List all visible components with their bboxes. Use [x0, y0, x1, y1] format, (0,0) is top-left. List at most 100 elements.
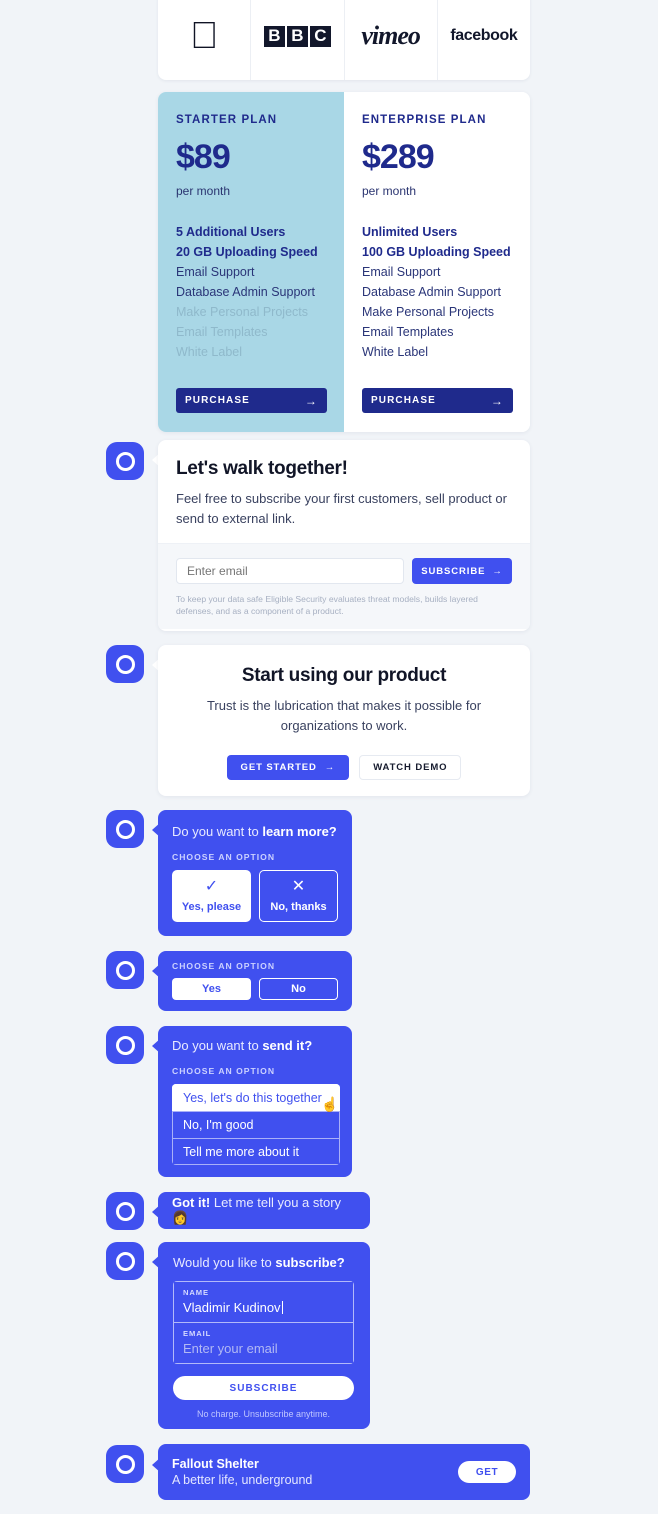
question-bold: subscribe?: [275, 1255, 345, 1270]
subscribe-form: NAME Vladimir Kudinov EMAIL Enter your e…: [173, 1281, 354, 1364]
avatar-ring-icon: [115, 1201, 135, 1221]
question-plain: Do you want to: [172, 1038, 263, 1053]
bbc-logo-cell: B B C: [251, 0, 345, 80]
option-no[interactable]: No: [259, 978, 338, 1000]
avatar-bot: [106, 1242, 144, 1280]
plan-period: per month: [176, 183, 231, 198]
walk-title: Let's walk together!: [176, 458, 348, 479]
name-field[interactable]: NAME Vladimir Kudinov: [173, 1281, 354, 1322]
feature-item: Email Support: [176, 264, 255, 279]
promo-text: Fallout Shelter A better life, undergrou…: [172, 1457, 312, 1487]
question-plain: Do you want to: [172, 824, 263, 839]
purchase-button-starter[interactable]: PURCHASE →: [176, 388, 327, 413]
feature-item: Unlimited Users: [362, 224, 458, 239]
feature-list: Unlimited Users 100 GB Uploading Speed E…: [362, 222, 512, 362]
name-text: Vladimir Kudinov: [183, 1300, 281, 1315]
arrow-right-icon: →: [492, 565, 503, 577]
page-root:  B B C vimeo facebook STARTER PLAN $89 …: [0, 0, 658, 1514]
text-caret: [281, 1301, 283, 1314]
walk-form-row: SUBSCRIBE →: [176, 558, 512, 584]
start-title: Start using our product: [241, 665, 447, 686]
apple-icon: : [190, 17, 219, 55]
get-started-label: GET STARTED: [240, 762, 317, 773]
avatar-bot: [106, 951, 144, 989]
feature-item: 100 GB Uploading Speed: [362, 244, 511, 259]
option-row: Yes No: [172, 978, 338, 1000]
option-row: ✓ Yes, please ✕ No, thanks: [172, 870, 338, 922]
feature-item: Make Personal Projects: [362, 304, 495, 319]
avatar-bot: [106, 1026, 144, 1064]
card-walk-together: Let's walk together! Feel free to subscr…: [158, 440, 530, 631]
purchase-button-enterprise[interactable]: PURCHASE →: [362, 388, 513, 413]
name-field-label: NAME: [183, 1288, 209, 1297]
get-app-button[interactable]: GET: [458, 1461, 516, 1483]
walk-bottom: SUBSCRIBE → To keep your data safe Eligi…: [158, 543, 530, 629]
facebook-logo-cell: facebook: [438, 0, 530, 80]
woman-emoji-icon: 👩: [172, 1210, 189, 1225]
purchase-label: PURCHASE: [371, 395, 436, 406]
option-no-thanks[interactable]: ✕ No, thanks: [259, 870, 338, 922]
brand-logos-strip:  B B C vimeo facebook: [158, 0, 530, 80]
plan-price: $89: [176, 138, 231, 176]
arrow-right-icon: →: [304, 393, 318, 408]
avatar-bot: [106, 1445, 144, 1483]
watch-demo-button[interactable]: WATCH DEMO: [359, 755, 462, 780]
story-text: Got it! Let me tell you a story 👩: [172, 1195, 356, 1226]
feature-item: Email Templates: [176, 324, 268, 339]
plan-name: ENTERPRISE PLAN: [362, 114, 487, 126]
bbc-letter: C: [309, 25, 331, 47]
avatar-bot: [106, 810, 144, 848]
arrow-right-icon: →: [324, 762, 336, 773]
choose-option-label: CHOOSE AN OPTION: [172, 1066, 276, 1076]
choose-option-label: CHOOSE AN OPTION: [172, 961, 276, 971]
bubble-yes-no: CHOOSE AN OPTION Yes No: [158, 951, 352, 1011]
feature-item: Database Admin Support: [362, 284, 501, 299]
bbc-letter: B: [286, 25, 308, 47]
card-start-using: Start using our product Trust is the lub…: [158, 645, 530, 796]
get-started-button[interactable]: GET STARTED →: [226, 755, 350, 780]
name-field-value: Vladimir Kudinov: [183, 1300, 344, 1315]
feature-item: Make Personal Projects: [176, 304, 309, 319]
avatar-bot: [106, 1192, 144, 1230]
dropdown-option-more[interactable]: Tell me more about it: [172, 1138, 340, 1165]
subscribe-submit-button[interactable]: SUBSCRIBE: [173, 1376, 354, 1400]
subscribe-label: SUBSCRIBE: [421, 565, 486, 577]
avatar-ring-icon: [115, 654, 135, 674]
bubble-send-it: Do you want to send it? CHOOSE AN OPTION…: [158, 1026, 352, 1177]
option-dropdown-list: Yes, let's do this together No, I'm good…: [172, 1084, 340, 1165]
feature-item: Email Support: [362, 264, 441, 279]
bubble-question: Do you want to send it?: [172, 1038, 338, 1053]
plan-price: $289: [362, 138, 435, 176]
vimeo-icon: vimeo: [361, 21, 421, 50]
option-yes-please[interactable]: ✓ Yes, please: [172, 870, 251, 922]
email-input[interactable]: [176, 558, 404, 584]
plan-card-enterprise: ENTERPRISE PLAN $289 per month Unlimited…: [344, 92, 530, 432]
bubble-subscribe: Would you like to subscribe? NAME Vladim…: [158, 1242, 370, 1429]
bubble-story: Got it! Let me tell you a story 👩: [158, 1192, 370, 1229]
question-plain: Would you like to: [173, 1255, 276, 1270]
bubble-learn-more: Do you want to learn more? CHOOSE AN OPT…: [158, 810, 352, 936]
avatar-ring-icon: [115, 451, 135, 471]
dropdown-option-no[interactable]: No, I'm good: [172, 1111, 340, 1138]
feature-item: White Label: [176, 344, 243, 359]
subscribe-button[interactable]: SUBSCRIBE →: [412, 558, 512, 584]
feature-item: Database Admin Support: [176, 284, 315, 299]
feature-item: 5 Additional Users: [176, 224, 286, 239]
bubble-question: Do you want to learn more?: [172, 824, 338, 839]
plan-period: per month: [362, 183, 417, 198]
dropdown-option-yes[interactable]: Yes, let's do this together: [172, 1084, 340, 1111]
plan-card-starter: STARTER PLAN $89 per month 5 Additional …: [158, 92, 344, 432]
walk-subtitle: Feel free to subscribe your first custom…: [176, 491, 507, 526]
promo-subtitle: A better life, underground: [172, 1473, 313, 1487]
avatar-ring-icon: [115, 819, 135, 839]
avatar-bot: [106, 442, 144, 480]
vimeo-logo-cell: vimeo: [345, 0, 438, 80]
pricing-table: STARTER PLAN $89 per month 5 Additional …: [158, 92, 530, 432]
arrow-right-icon: →: [490, 393, 504, 408]
option-yes[interactable]: Yes: [172, 978, 251, 1000]
option-label: No, thanks: [270, 901, 327, 913]
option-label: Yes, please: [181, 901, 242, 913]
apple-logo-cell: : [158, 0, 252, 80]
feature-item: 20 GB Uploading Speed: [176, 244, 318, 259]
email-field[interactable]: EMAIL Enter your email: [173, 1322, 354, 1364]
